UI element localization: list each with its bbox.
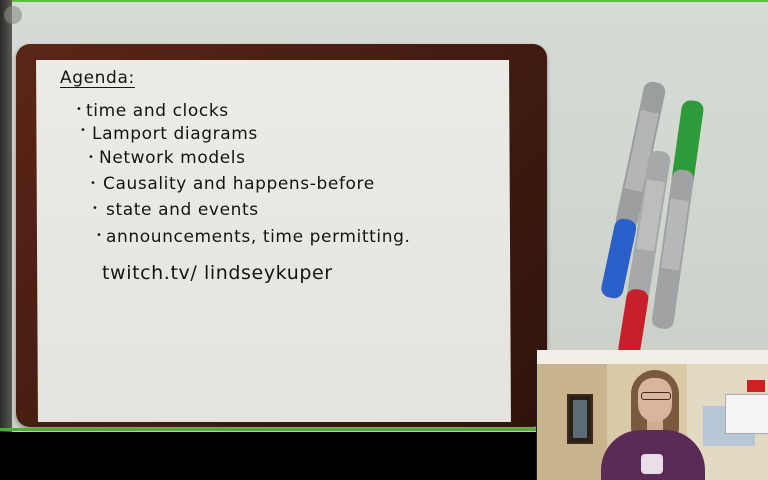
glasses <box>641 392 671 400</box>
bullet-icon: • <box>76 104 82 115</box>
frame-edge <box>0 0 12 432</box>
markers-group <box>601 81 704 360</box>
speaker-face <box>638 378 672 422</box>
bullet-icon: • <box>96 230 102 241</box>
bullet-icon: • <box>88 152 94 163</box>
shirt-logo <box>641 454 663 474</box>
bullet-icon: • <box>92 203 98 214</box>
bullet-icon: • <box>80 125 86 136</box>
stream-link: twitch.tv/ lindseykuper <box>102 262 333 284</box>
agenda-item: state and events <box>106 200 259 220</box>
agenda-title: Agenda: <box>60 68 135 88</box>
agenda-item: Lamport diagrams <box>92 124 258 144</box>
agenda-item: Causality and happens-before <box>103 174 375 194</box>
background-whiteboard <box>725 394 768 434</box>
ceiling <box>537 350 768 364</box>
video-stage: Agenda: • time and clocks • Lamport diag… <box>0 0 768 480</box>
recording-indicator-icon <box>4 6 22 24</box>
agenda-item: Network models <box>99 148 246 168</box>
agenda-item: announcements, time permitting. <box>106 227 411 247</box>
frame-border <box>0 428 536 431</box>
red-box <box>747 380 765 392</box>
webcam-pip <box>536 350 768 480</box>
bullet-icon: • <box>90 178 96 189</box>
wall-picture <box>567 394 593 444</box>
agenda-item: time and clocks <box>86 101 229 121</box>
